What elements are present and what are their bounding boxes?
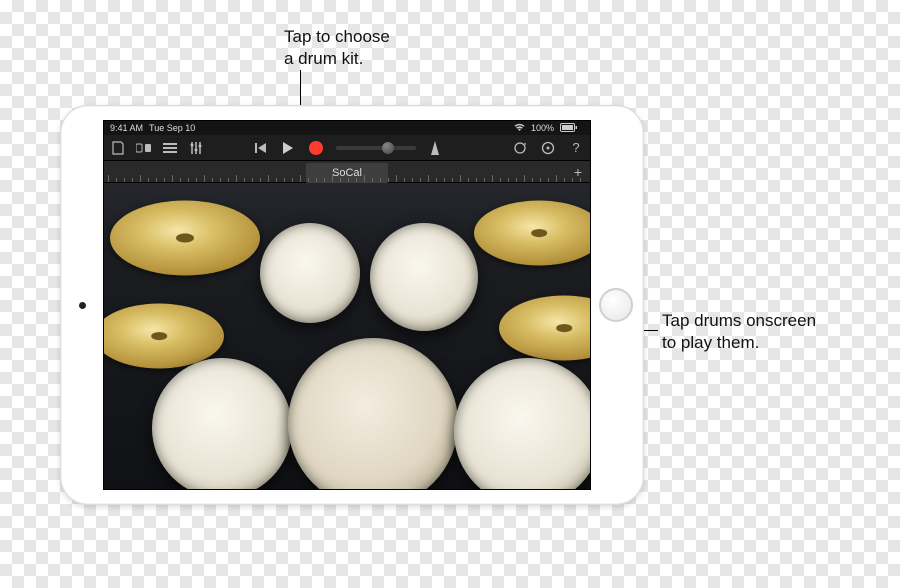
ruler-tick — [508, 178, 509, 182]
ride-cymbal[interactable] — [499, 296, 590, 361]
ruler-tick — [196, 178, 197, 182]
my-songs-button[interactable] — [110, 140, 126, 156]
ruler-tick — [492, 175, 493, 182]
record-button[interactable] — [308, 140, 324, 156]
ruler-tick — [324, 178, 325, 182]
status-wifi-icon — [514, 123, 525, 134]
status-bar: 9:41 AM Tue Sep 10 100% — [104, 121, 590, 135]
status-battery-icon — [560, 123, 578, 134]
callout-play-drums: Tap drums onscreen to play them. — [662, 310, 816, 354]
rewind-button[interactable] — [252, 140, 268, 156]
ruler-tick — [156, 178, 157, 182]
ruler-tick — [404, 178, 405, 182]
ruler-tick — [516, 178, 517, 182]
ruler-tick — [308, 178, 309, 182]
ruler-tick — [524, 175, 525, 182]
ruler-tick — [372, 178, 373, 182]
help-button[interactable]: ? — [568, 140, 584, 156]
ruler-tick — [172, 175, 173, 182]
ruler-tick — [228, 178, 229, 182]
app-screen: 9:41 AM Tue Sep 10 100% — [103, 120, 591, 490]
ruler-tick — [340, 178, 341, 182]
ruler-tick — [148, 178, 149, 182]
ruler-tick — [188, 178, 189, 182]
ruler-tick — [364, 175, 365, 182]
ruler-tick — [316, 178, 317, 182]
ruler-tick — [532, 178, 533, 182]
ruler-tick — [140, 175, 141, 182]
ruler-tick — [164, 178, 165, 182]
ruler-tick — [124, 178, 125, 182]
ruler-tick — [356, 178, 357, 182]
ruler-tick — [548, 178, 549, 182]
ruler-tick — [220, 178, 221, 182]
snare-drum[interactable] — [152, 358, 292, 489]
ruler-tick — [244, 178, 245, 182]
high-tom[interactable] — [260, 223, 360, 323]
ruler-tick — [204, 175, 205, 182]
ruler-tick — [380, 178, 381, 182]
ruler-tick — [292, 178, 293, 182]
ruler-tick — [556, 175, 557, 182]
ruler-bar: SoCal + — [104, 161, 590, 183]
ipad-camera — [79, 302, 86, 309]
ruler-tick — [212, 178, 213, 182]
ruler-tick — [436, 178, 437, 182]
ruler-tick — [252, 178, 253, 182]
ruler-tick — [468, 178, 469, 182]
ruler-tick — [572, 178, 573, 182]
metronome-button[interactable] — [428, 141, 442, 155]
ruler-tick — [580, 178, 581, 182]
loop-button[interactable] — [512, 140, 528, 156]
drum-play-area — [104, 183, 590, 489]
ruler-tick — [180, 178, 181, 182]
ipad-device-frame: 9:41 AM Tue Sep 10 100% — [60, 105, 644, 505]
drum-kit-selector[interactable]: SoCal — [306, 163, 388, 183]
ruler-tick — [460, 175, 461, 182]
ruler-tick — [108, 175, 109, 182]
ruler-tick — [476, 178, 477, 182]
browser-button[interactable] — [136, 140, 152, 156]
settings-button[interactable] — [540, 140, 556, 156]
control-bar: ? — [104, 135, 590, 161]
ruler-tick — [332, 175, 333, 182]
ruler-tick — [132, 178, 133, 182]
tracks-button[interactable] — [162, 140, 178, 156]
ruler-tick — [268, 175, 269, 182]
ruler-tick — [284, 178, 285, 182]
ruler-tick — [260, 178, 261, 182]
ruler-tick — [236, 175, 237, 182]
ruler-tick — [420, 178, 421, 182]
status-date: Tue Sep 10 — [149, 123, 195, 133]
callout-choose-kit: Tap to choose a drum kit. — [284, 26, 390, 70]
status-battery: 100% — [531, 123, 554, 133]
ruler-tick — [428, 175, 429, 182]
ruler-tick — [276, 178, 277, 182]
mid-tom[interactable] — [370, 223, 478, 331]
ruler-tick — [396, 175, 397, 182]
play-button[interactable] — [280, 140, 296, 156]
crash-cymbal-right[interactable] — [474, 201, 590, 266]
ruler-tick — [444, 178, 445, 182]
fx-button[interactable] — [188, 140, 204, 156]
ruler-tick — [300, 175, 301, 182]
ruler-tick — [500, 178, 501, 182]
ruler-tick — [412, 178, 413, 182]
ruler-tick — [452, 178, 453, 182]
ruler-tick — [116, 178, 117, 182]
ruler-tick — [564, 178, 565, 182]
floor-tom[interactable] — [454, 358, 590, 489]
crash-cymbal-left[interactable] — [110, 201, 260, 276]
master-volume-slider[interactable] — [336, 146, 416, 150]
ipad-home-button[interactable] — [599, 288, 633, 322]
ruler-tick — [348, 178, 349, 182]
ruler-tick — [540, 178, 541, 182]
kick-drum[interactable] — [288, 338, 458, 489]
ruler-tick — [484, 178, 485, 182]
ruler-tick — [388, 178, 389, 182]
status-time: 9:41 AM — [110, 123, 143, 133]
